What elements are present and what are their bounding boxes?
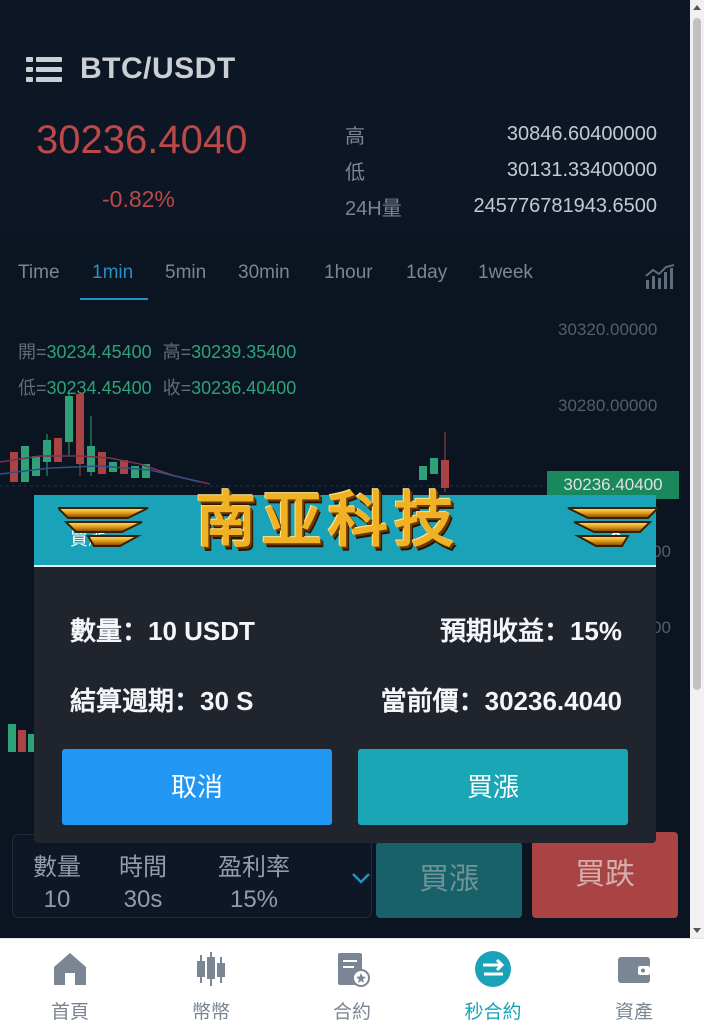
page-scrollbar[interactable] — [690, 0, 704, 938]
nav-label: 資產 — [614, 1002, 653, 1023]
candlestick-icon — [197, 952, 225, 986]
scrollbar-thumb[interactable] — [693, 18, 701, 690]
current-price-text: 當前價：30236.4040 — [380, 686, 622, 716]
cancel-button[interactable]: 取消 — [62, 749, 332, 825]
confirm-buy-up-button[interactable]: 買漲 — [358, 749, 628, 825]
nav-label: 幣幣 — [191, 1002, 230, 1023]
nav-coin[interactable]: 幣幣 — [141, 939, 281, 1024]
scroll-down-arrow-icon[interactable] — [693, 928, 701, 933]
bottom-nav: 首頁 幣幣 合約 秒合約 資產 — [0, 938, 704, 1024]
watermark-banner-text: 南亚科技 — [196, 486, 460, 556]
wallet-icon — [618, 957, 650, 983]
app-screen: BTC/USDT 30236.4040 -0.82% 高 30846.60400… — [0, 0, 690, 938]
expected-return-text: 預期收益：15% — [439, 616, 622, 646]
nav-second-contract[interactable]: 秒合約 — [423, 939, 563, 1024]
nav-home[interactable]: 首頁 — [0, 939, 140, 1024]
home-icon — [54, 953, 86, 985]
nav-label: 合約 — [332, 1002, 371, 1023]
nav-label: 秒合約 — [464, 1002, 522, 1023]
amount-text: 數量：10 USDT — [70, 616, 255, 646]
nav-assets[interactable]: 資產 — [564, 939, 704, 1024]
scroll-up-arrow-icon[interactable] — [693, 5, 701, 10]
exchange-icon — [475, 951, 511, 987]
period-text: 結算週期：30 S — [70, 686, 254, 716]
nav-contract[interactable]: 合約 — [282, 939, 422, 1024]
nav-label: 首頁 — [50, 1002, 89, 1023]
contract-icon — [338, 953, 370, 987]
